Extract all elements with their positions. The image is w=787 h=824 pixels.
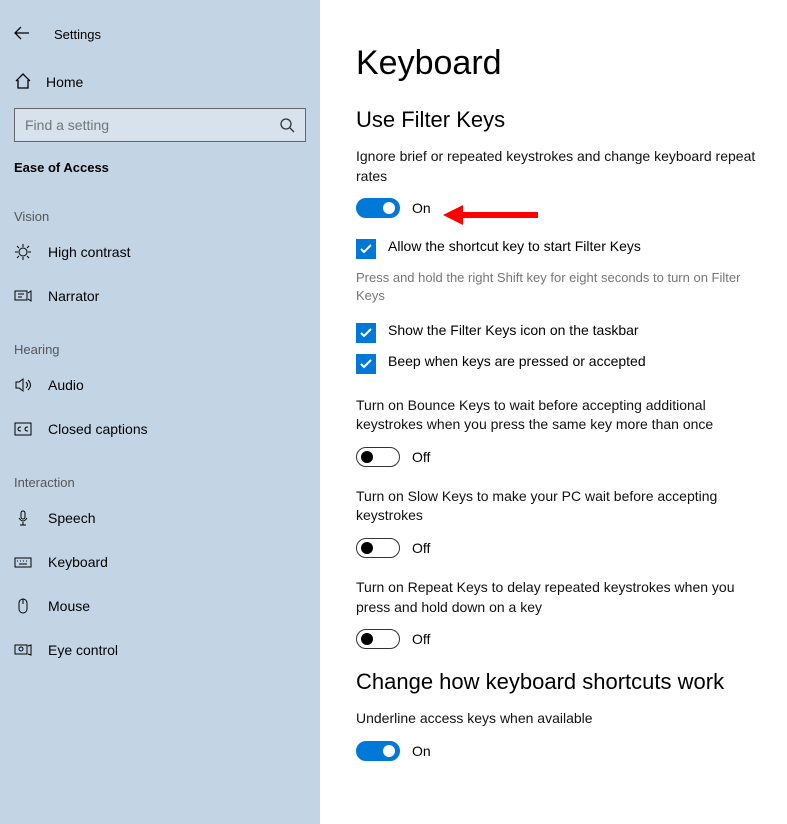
speech-icon	[14, 509, 32, 527]
search-box[interactable]	[14, 108, 306, 142]
nav-label: Mouse	[48, 598, 90, 614]
page-title: Keyboard	[356, 44, 767, 83]
slow-keys-desc: Turn on Slow Keys to make your PC wait b…	[356, 487, 767, 526]
window-title: Settings	[54, 27, 101, 42]
closed-captions-icon	[14, 420, 32, 438]
nav-label: High contrast	[48, 244, 130, 260]
audio-icon	[14, 376, 32, 394]
nav-label: Eye control	[48, 642, 118, 658]
bounce-keys-toggle[interactable]	[356, 447, 400, 467]
titlebar: Settings	[0, 14, 320, 54]
section-heading-2: Change how keyboard shortcuts work	[356, 669, 767, 695]
search-input[interactable]	[25, 117, 279, 133]
home-nav[interactable]: Home	[0, 62, 320, 102]
sidebar-item-speech[interactable]: Speech	[0, 496, 320, 540]
sidebar-item-high-contrast[interactable]: High contrast	[0, 230, 320, 274]
bounce-keys-desc: Turn on Bounce Keys to wait before accep…	[356, 396, 767, 435]
content-pane: Keyboard Use Filter Keys Ignore brief or…	[320, 0, 787, 824]
repeat-keys-desc: Turn on Repeat Keys to delay repeated ke…	[356, 578, 767, 617]
eye-control-icon	[14, 641, 32, 659]
check-taskbar-icon[interactable]: Show the Filter Keys icon on the taskbar	[356, 322, 767, 343]
sidebar-item-eye-control[interactable]: Eye control	[0, 628, 320, 672]
underline-toggle[interactable]	[356, 741, 400, 761]
sidebar-item-mouse[interactable]: Mouse	[0, 584, 320, 628]
underline-desc: Underline access keys when available	[356, 709, 767, 729]
keyboard-icon	[14, 553, 32, 571]
arrow-left-icon	[14, 25, 30, 41]
nav-label: Closed captions	[48, 421, 148, 437]
group-vision: Vision	[0, 185, 320, 230]
nav-label: Audio	[48, 377, 84, 393]
check-allow-shortcut[interactable]: Allow the shortcut key to start Filter K…	[356, 238, 767, 259]
toggle-state: On	[412, 200, 431, 216]
toggle-state: Off	[412, 540, 430, 556]
toggle-state: On	[412, 743, 431, 759]
search-icon	[279, 117, 295, 133]
slow-keys-toggle[interactable]	[356, 538, 400, 558]
group-hearing: Hearing	[0, 318, 320, 363]
check-label: Allow the shortcut key to start Filter K…	[388, 238, 641, 254]
section-heading: Use Filter Keys	[356, 107, 767, 133]
filter-keys-desc: Ignore brief or repeated keystrokes and …	[356, 147, 767, 186]
checkbox-icon	[356, 323, 376, 343]
narrator-icon	[14, 287, 32, 305]
sidebar: Settings Home Ease of Access Vision High…	[0, 0, 320, 824]
nav-label: Narrator	[48, 288, 99, 304]
repeat-keys-toggle[interactable]	[356, 629, 400, 649]
filter-keys-toggle[interactable]	[356, 198, 400, 218]
mouse-icon	[14, 597, 32, 615]
check-beep[interactable]: Beep when keys are pressed or accepted	[356, 353, 767, 374]
category-heading: Ease of Access	[0, 142, 320, 185]
toggle-state: Off	[412, 631, 430, 647]
home-label: Home	[46, 74, 83, 90]
checkbox-icon	[356, 354, 376, 374]
nav-label: Speech	[48, 510, 95, 526]
check-label: Show the Filter Keys icon on the taskbar	[388, 322, 639, 338]
checkbox-icon	[356, 239, 376, 259]
sidebar-item-audio[interactable]: Audio	[0, 363, 320, 407]
nav-label: Keyboard	[48, 554, 108, 570]
sidebar-item-keyboard[interactable]: Keyboard	[0, 540, 320, 584]
group-interaction: Interaction	[0, 451, 320, 496]
toggle-state: Off	[412, 449, 430, 465]
check-label: Beep when keys are pressed or accepted	[388, 353, 646, 369]
high-contrast-icon	[14, 243, 32, 261]
sidebar-item-closed-captions[interactable]: Closed captions	[0, 407, 320, 451]
sidebar-item-narrator[interactable]: Narrator	[0, 274, 320, 318]
check-hint: Press and hold the right Shift key for e…	[356, 269, 767, 305]
home-icon	[14, 72, 46, 93]
back-button[interactable]	[14, 25, 54, 44]
